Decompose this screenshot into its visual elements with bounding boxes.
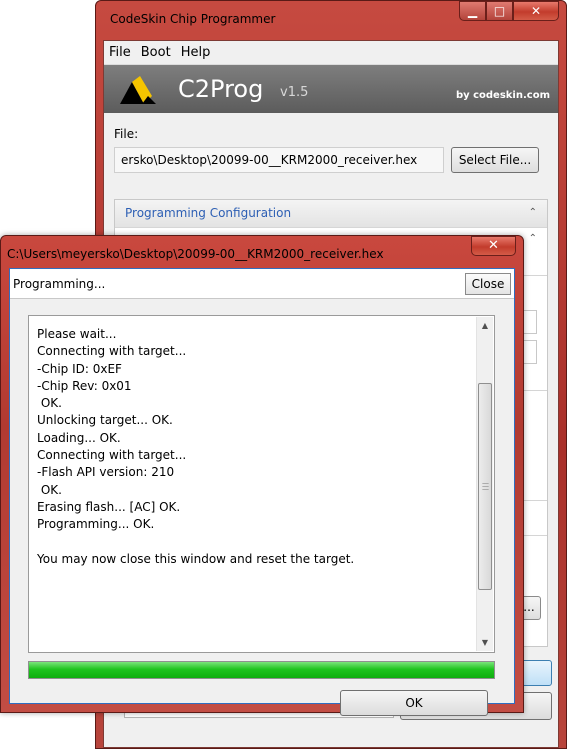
file-section: File: ersko\Desktop\20099-00__KRM2000_re…	[114, 127, 548, 173]
main-close-button[interactable]: ✕	[513, 1, 559, 21]
progress-fill	[29, 662, 494, 678]
collapse-chevron-icon[interactable]: ⌃ ⌃	[529, 200, 537, 252]
close-button[interactable]: Close	[465, 273, 511, 295]
file-path-field[interactable]: ersko\Desktop\20099-00__KRM2000_receiver…	[114, 147, 444, 173]
file-label: File:	[114, 127, 139, 141]
c2prog-logo-icon	[120, 76, 156, 104]
app-banner: C2Prog v1.5 by codeskin.com	[104, 65, 558, 113]
programming-status: Programming...	[13, 277, 106, 291]
minimize-button[interactable]: ▁	[459, 1, 486, 21]
log-text: Please wait... Connecting with target...…	[37, 327, 355, 566]
menu-bar: File Boot Help	[104, 41, 558, 65]
main-titlebar[interactable]: CodeSkin Chip Programmer ▁ □ ✕	[96, 1, 566, 39]
ok-button[interactable]: OK	[340, 690, 488, 716]
main-caption-buttons: ▁ □ ✕	[459, 1, 559, 21]
app-version: v1.5	[280, 85, 309, 100]
config-header-label: Programming Configuration	[125, 206, 292, 220]
scroll-up-icon[interactable]: ▲	[477, 317, 493, 334]
main-window-title: CodeSkin Chip Programmer	[110, 12, 276, 26]
menu-file[interactable]: File	[104, 45, 136, 60]
menu-boot[interactable]: Boot	[136, 45, 176, 60]
app-byline: by codeskin.com	[455, 90, 550, 101]
close-icon: ✕	[530, 4, 542, 18]
dialog-title: C:\Users\meyersko\Desktop\20099-00__KRM2…	[7, 247, 384, 261]
minimize-icon: ▁	[467, 4, 478, 18]
app-name: C2Prog	[178, 75, 264, 103]
progress-bar	[28, 661, 495, 679]
log-scrollbar[interactable]: ▲ — — — ▼	[476, 317, 493, 651]
maximize-icon: □	[493, 4, 506, 18]
maximize-button[interactable]: □	[486, 1, 513, 21]
config-header[interactable]: Programming Configuration ⌃ ⌃	[115, 200, 547, 244]
dialog-close-x-button[interactable]: ✕	[471, 236, 516, 256]
programming-dialog: C:\Users\meyersko\Desktop\20099-00__KRM2…	[0, 235, 524, 716]
scroll-down-icon[interactable]: ▼	[477, 634, 493, 651]
grip-icon: — — —	[482, 479, 489, 493]
menu-help[interactable]: Help	[176, 45, 216, 60]
dialog-client-area: Programming... Close Please wait... Conn…	[9, 268, 515, 716]
log-output[interactable]: Please wait... Connecting with target...…	[28, 315, 495, 653]
dialog-toolbar: Programming... Close	[10, 269, 514, 299]
scroll-thumb[interactable]: — — —	[478, 383, 492, 590]
select-file-button[interactable]: Select File...	[451, 147, 539, 173]
close-icon: ✕	[488, 238, 499, 253]
